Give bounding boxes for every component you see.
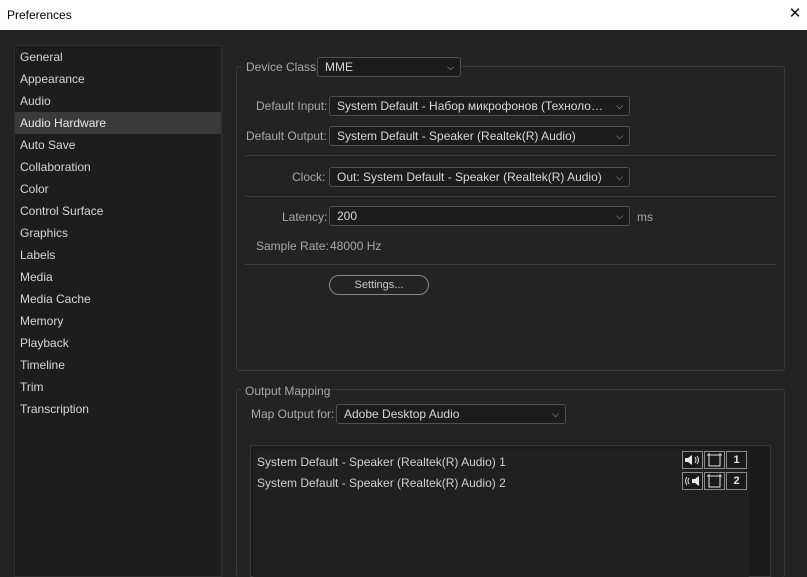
channel-number: 2 (726, 472, 747, 490)
default-input-dropdown[interactable]: System Default - Набор микрофонов (Техно… (329, 96, 630, 116)
sidebar-item-trim[interactable]: Trim (15, 376, 221, 398)
default-input-value: System Default - Набор микрофонов (Техно… (337, 99, 607, 113)
chevron-down-icon: ⌵ (616, 131, 623, 141)
close-icon[interactable]: ✕ (786, 5, 804, 23)
output-mapping-title: Output Mapping (245, 384, 331, 398)
sidebar-item-appearance[interactable]: Appearance (15, 68, 221, 90)
sidebar-item-general[interactable]: General (15, 46, 221, 68)
sidebar-item-memory[interactable]: Memory (15, 310, 221, 332)
sidebar-item-labels[interactable]: Labels (15, 244, 221, 266)
sidebar-item-media-cache[interactable]: Media Cache (15, 288, 221, 310)
sidebar-item-audio-hardware[interactable]: Audio Hardware (15, 112, 221, 134)
window-title: Preferences (7, 8, 72, 22)
default-output-label: Default Output: (246, 129, 327, 143)
divider (245, 155, 776, 156)
channel-row-label[interactable]: System Default - Speaker (Realtek(R) Aud… (257, 455, 506, 469)
latency-unit: ms (637, 210, 653, 224)
settings-button[interactable]: Settings... (329, 275, 429, 295)
divider (245, 196, 776, 197)
device-class-dropdown[interactable]: MME ⌵ (317, 57, 461, 77)
clock-dropdown[interactable]: Out: System Default - Speaker (Realtek(R… (329, 167, 630, 187)
chevron-down-icon: ⌵ (447, 62, 454, 72)
default-input-label: Default Input: (256, 99, 328, 113)
sidebar-item-auto-save[interactable]: Auto Save (15, 134, 221, 156)
sidebar-item-transcription[interactable]: Transcription (15, 398, 221, 420)
title-bar: Preferences ✕ (0, 0, 807, 30)
device-class-label: Device Class: (246, 60, 320, 74)
sample-rate-label: Sample Rate: (256, 239, 329, 253)
frame-icon[interactable] (704, 472, 725, 490)
device-class-value: MME (325, 60, 353, 74)
frame-icon[interactable] (704, 451, 725, 469)
clock-value: Out: System Default - Speaker (Realtek(R… (337, 170, 602, 184)
chevron-down-icon: ⌵ (552, 409, 559, 419)
map-output-value: Adobe Desktop Audio (344, 407, 460, 421)
map-output-label: Map Output for: (251, 407, 335, 421)
sidebar-item-timeline[interactable]: Timeline (15, 354, 221, 376)
latency-label: Latency: (282, 210, 328, 224)
sidebar-item-collaboration[interactable]: Collaboration (15, 156, 221, 178)
chevron-down-icon: ⌵ (616, 101, 623, 111)
sidebar-item-graphics[interactable]: Graphics (15, 222, 221, 244)
default-output-dropdown[interactable]: System Default - Speaker (Realtek(R) Aud… (329, 126, 630, 146)
sidebar-item-media[interactable]: Media (15, 266, 221, 288)
map-output-dropdown[interactable]: Adobe Desktop Audio ⌵ (336, 404, 566, 424)
sidebar-item-audio[interactable]: Audio (15, 90, 221, 112)
clock-label: Clock: (292, 170, 326, 184)
channel-number: 1 (726, 451, 747, 469)
chevron-down-icon: ⌵ (616, 172, 623, 182)
sidebar-item-control-surface[interactable]: Control Surface (15, 200, 221, 222)
speaker-left-icon[interactable] (682, 451, 703, 469)
divider (245, 264, 776, 265)
channel-row-label[interactable]: System Default - Speaker (Realtek(R) Aud… (257, 476, 506, 490)
preferences-sidebar: General Appearance Audio Audio Hardware … (14, 45, 222, 577)
chevron-down-icon: ⌵ (616, 211, 623, 221)
latency-dropdown[interactable]: 200 ⌵ (329, 206, 630, 226)
sidebar-item-playback[interactable]: Playback (15, 332, 221, 354)
latency-value: 200 (337, 209, 358, 223)
default-output-value: System Default - Speaker (Realtek(R) Aud… (337, 129, 576, 143)
sidebar-item-color[interactable]: Color (15, 178, 221, 200)
sample-rate-value: 48000 Hz (330, 239, 382, 253)
speaker-right-icon[interactable] (682, 472, 703, 490)
